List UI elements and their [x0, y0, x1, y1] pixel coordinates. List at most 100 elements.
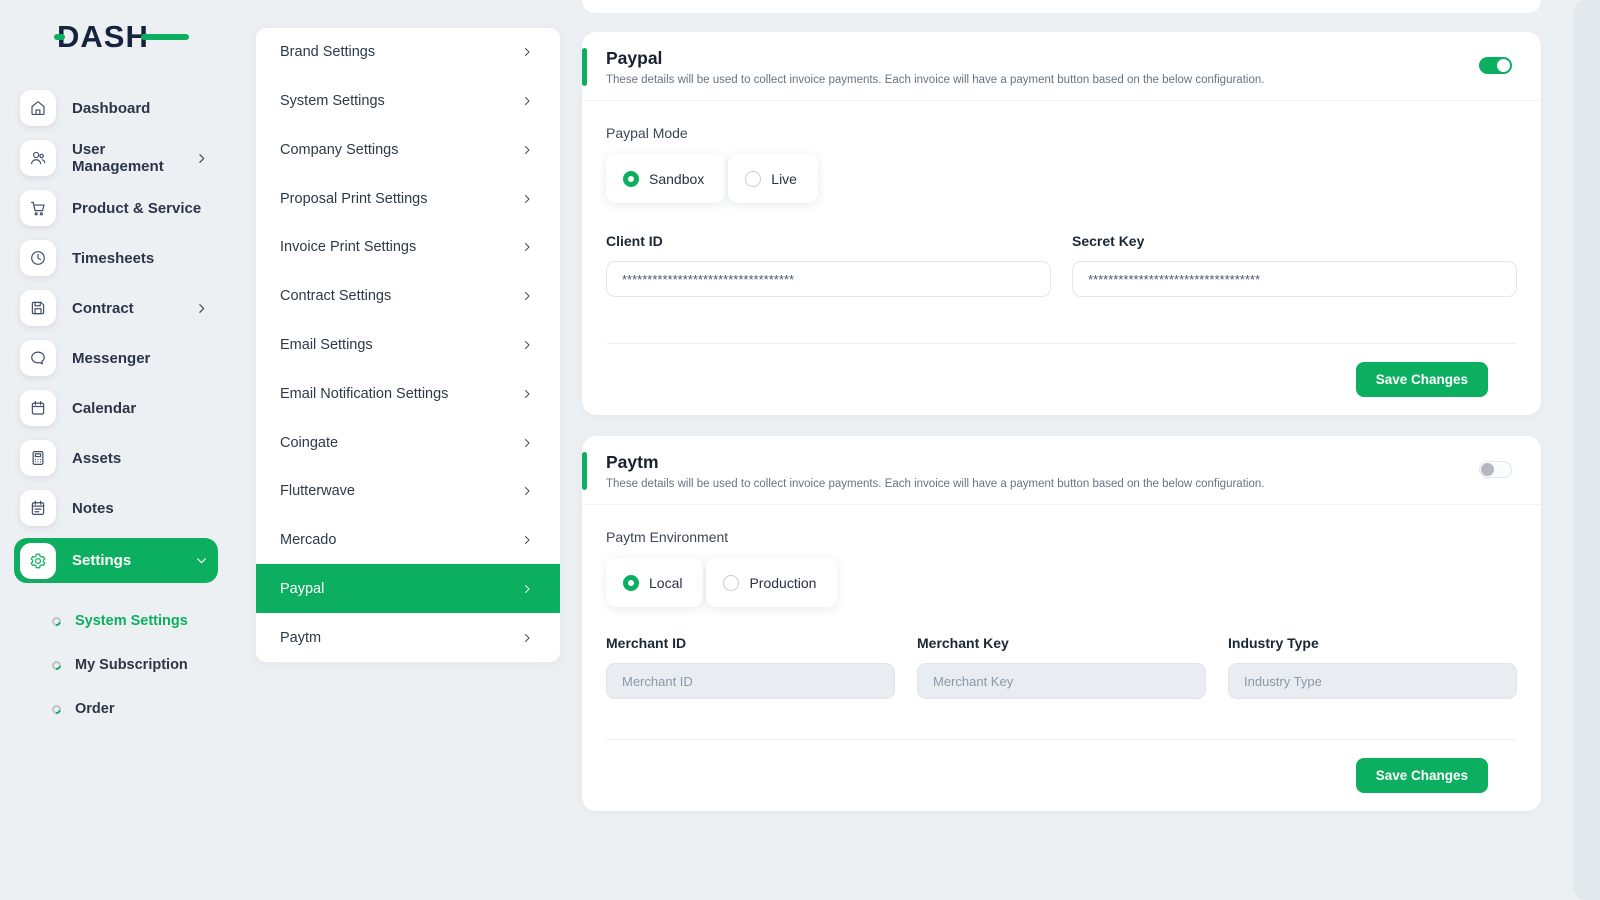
paytm-card-footer: Save Changes — [606, 739, 1517, 811]
submenu-item-system-settings[interactable]: System Settings — [52, 599, 218, 643]
merchant-key-input[interactable] — [917, 663, 1206, 699]
brand-logo[interactable]: DASH — [57, 20, 175, 54]
calendar-icon — [20, 390, 56, 426]
users-icon — [20, 140, 56, 176]
previous-card-edge — [582, 0, 1541, 13]
paypal-fields: Client ID Secret Key — [606, 233, 1517, 297]
settings-menu-company-settings[interactable]: Company Settings — [256, 126, 560, 175]
paypal-enabled-toggle[interactable] — [1479, 57, 1512, 74]
paypal-mode-sandbox-option[interactable]: Sandbox — [606, 154, 725, 203]
accent-bar — [582, 48, 587, 86]
merchant-id-input[interactable] — [606, 663, 895, 699]
menu-item-label: System Settings — [280, 93, 385, 109]
settings-menu-paytm[interactable]: Paytm — [256, 613, 560, 662]
client-id-field-group: Client ID — [606, 233, 1051, 297]
submenu-item-label: Order — [75, 701, 115, 717]
chevron-down-icon — [195, 554, 208, 567]
radio-label: Production — [749, 575, 816, 591]
sidebar-item-dashboard[interactable]: Dashboard — [14, 88, 218, 128]
settings-menu-flutterwave[interactable]: Flutterwave — [256, 467, 560, 516]
secret-key-field-group: Secret Key — [1072, 233, 1517, 297]
sidebar-item-calendar[interactable]: Calendar — [14, 388, 218, 428]
paytm-env-production-option[interactable]: Production — [706, 558, 837, 607]
scrollbar[interactable] — [1573, 0, 1600, 900]
radio-selected-icon[interactable] — [623, 575, 639, 591]
sidebar-item-label: Assets — [72, 450, 121, 467]
sidebar-item-user-management[interactable]: User Management — [14, 138, 218, 178]
paytm-save-button[interactable]: Save Changes — [1356, 758, 1488, 793]
radio-unselected-icon[interactable] — [723, 575, 739, 591]
ring-icon — [50, 703, 63, 716]
main-content: Paypal These details will be used to col… — [582, 0, 1541, 900]
radio-selected-icon[interactable] — [623, 171, 639, 187]
calculator-icon — [20, 440, 56, 476]
industry-type-input[interactable] — [1228, 663, 1517, 699]
sidebar-item-label: Notes — [72, 500, 114, 517]
paypal-mode-live-option[interactable]: Live — [728, 154, 818, 203]
logo-dash-right — [141, 34, 189, 40]
sidebar-item-notes[interactable]: Notes — [14, 488, 218, 528]
sidebar-item-product-service[interactable]: Product & Service — [14, 188, 218, 228]
paypal-mode-options: Sandbox Live — [606, 154, 1517, 203]
chevron-right-icon — [521, 193, 533, 205]
submenu-item-order[interactable]: Order — [52, 687, 218, 731]
sidebar-item-label: Calendar — [72, 400, 136, 417]
chevron-right-icon — [521, 46, 533, 58]
merchant-id-field-group: Merchant ID — [606, 635, 895, 699]
toggle-knob — [1481, 463, 1494, 476]
ring-icon — [50, 615, 63, 628]
sidebar-item-messenger[interactable]: Messenger — [14, 338, 218, 378]
settings-menu-paypal[interactable]: Paypal — [256, 564, 560, 613]
paypal-title: Paypal — [606, 48, 1513, 69]
sidebar-item-label: Dashboard — [72, 100, 150, 117]
menu-item-label: Email Settings — [280, 337, 373, 353]
merchant-id-label: Merchant ID — [606, 635, 895, 651]
settings-submenu: System Settings My Subscription Order — [52, 599, 218, 731]
paypal-save-button[interactable]: Save Changes — [1356, 362, 1488, 397]
sidebar-item-contract[interactable]: Contract — [14, 288, 218, 328]
paytm-enabled-toggle[interactable] — [1479, 461, 1512, 478]
paypal-mode-label: Paypal Mode — [606, 125, 1517, 141]
sidebar-item-timesheets[interactable]: Timesheets — [14, 238, 218, 278]
settings-menu-coingate[interactable]: Coingate — [256, 418, 560, 467]
menu-item-label: Invoice Print Settings — [280, 239, 416, 255]
chevron-right-icon — [521, 144, 533, 156]
chevron-right-icon — [521, 437, 533, 449]
paytm-card-body: Paytm Environment Local Production Merch… — [582, 505, 1541, 811]
chat-icon — [20, 340, 56, 376]
settings-menu-invoice-print-settings[interactable]: Invoice Print Settings — [256, 223, 560, 272]
chevron-right-icon — [195, 302, 208, 315]
settings-menu-system-settings[interactable]: System Settings — [256, 77, 560, 126]
settings-menu-brand-settings[interactable]: Brand Settings — [256, 28, 560, 77]
paytm-env-local-option[interactable]: Local — [606, 558, 703, 607]
secret-key-input[interactable] — [1072, 261, 1517, 297]
cart-icon — [20, 190, 56, 226]
sidebar-item-assets[interactable]: Assets — [14, 438, 218, 478]
logo-text: DASH — [57, 19, 149, 54]
submenu-item-my-subscription[interactable]: My Subscription — [52, 643, 218, 687]
chevron-right-icon — [521, 485, 533, 497]
chevron-right-icon — [521, 583, 533, 595]
paytm-card-header: Paytm These details will be used to coll… — [582, 436, 1541, 505]
notes-icon — [20, 490, 56, 526]
radio-unselected-icon[interactable] — [745, 171, 761, 187]
accent-bar — [582, 452, 587, 490]
menu-item-label: Mercado — [280, 532, 336, 548]
paypal-card-header: Paypal These details will be used to col… — [582, 32, 1541, 101]
sidebar-item-label: User Management — [72, 141, 195, 175]
radio-label: Live — [771, 171, 797, 187]
paypal-description: These details will be used to collect in… — [606, 74, 1513, 86]
settings-menu-email-settings[interactable]: Email Settings — [256, 321, 560, 370]
client-id-input[interactable] — [606, 261, 1051, 297]
merchant-key-label: Merchant Key — [917, 635, 1206, 651]
merchant-key-field-group: Merchant Key — [917, 635, 1206, 699]
settings-menu-contract-settings[interactable]: Contract Settings — [256, 272, 560, 321]
secret-key-label: Secret Key — [1072, 233, 1517, 249]
paytm-environment-options: Local Production — [606, 558, 1517, 607]
menu-item-label: Paytm — [280, 630, 321, 646]
sidebar-item-settings[interactable]: Settings — [14, 538, 218, 583]
settings-menu-email-notification-settings[interactable]: Email Notification Settings — [256, 369, 560, 418]
chevron-right-icon — [521, 339, 533, 351]
settings-menu-mercado[interactable]: Mercado — [256, 516, 560, 565]
settings-menu-proposal-print-settings[interactable]: Proposal Print Settings — [256, 174, 560, 223]
